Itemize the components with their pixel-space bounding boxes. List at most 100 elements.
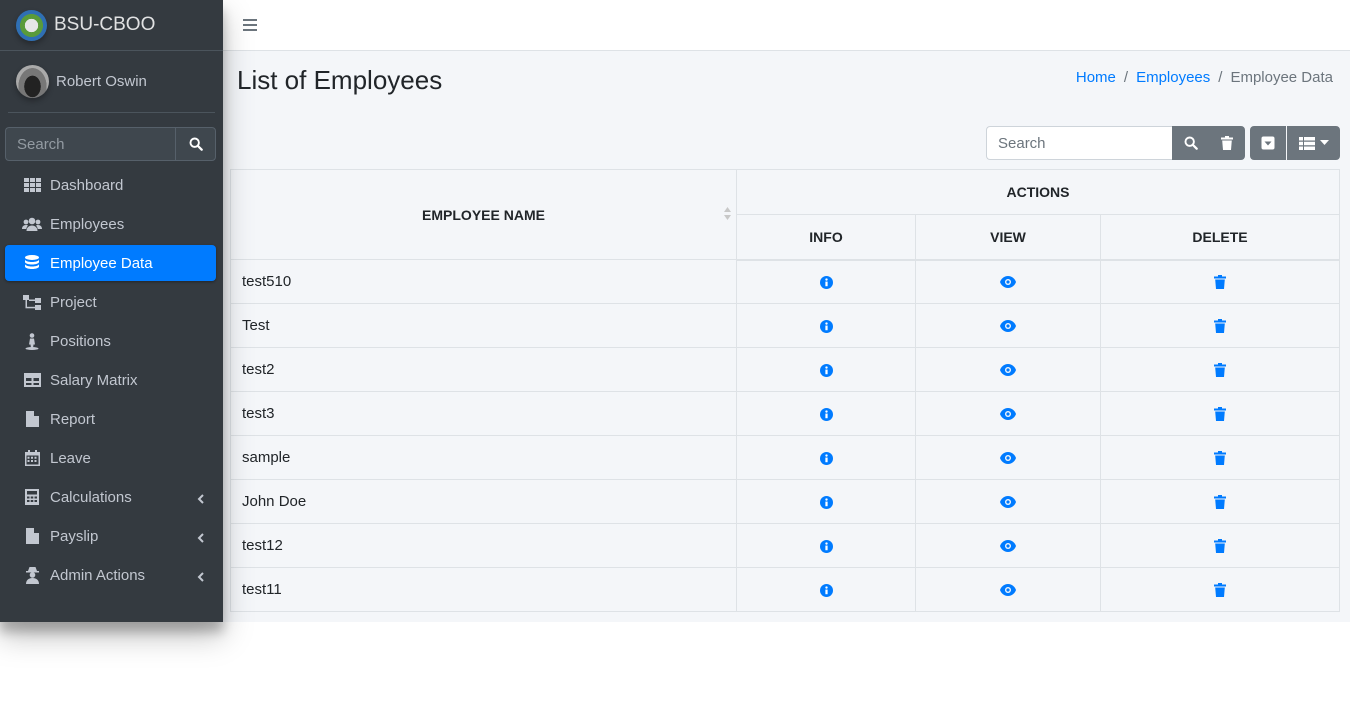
clear-search-button[interactable] [1209, 126, 1245, 160]
header-delete: DELETE [1100, 214, 1340, 261]
header-employee-name-label: EMPLOYEE NAME [422, 206, 545, 223]
info-icon[interactable] [819, 495, 833, 509]
header-employee-name[interactable]: EMPLOYEE NAME [230, 169, 737, 260]
table-body: test510 Test test2 test3 sample John Doe test1… [230, 259, 1340, 612]
sidebar-item-employee-data[interactable]: Employee Data [5, 245, 216, 281]
sidebar-search-input[interactable] [5, 127, 175, 161]
info-icon[interactable] [819, 319, 833, 333]
table-toolbar [986, 126, 1340, 160]
menu-toggle-icon[interactable] [243, 19, 257, 31]
sidebar-item-label: Project [50, 293, 97, 311]
view-cell [915, 435, 1101, 480]
info-icon[interactable] [819, 275, 833, 289]
info-icon[interactable] [819, 407, 833, 421]
trash-icon[interactable] [1214, 363, 1226, 378]
brand-link[interactable]: BSU-CBOO [0, 0, 223, 51]
users-icon [22, 215, 42, 233]
brand-logo [16, 9, 47, 41]
eye-icon[interactable] [1000, 276, 1016, 289]
breadcrumb-current: Employee Data [1230, 69, 1333, 86]
trash-icon[interactable] [1214, 539, 1226, 554]
user-panel[interactable]: Robert Oswin [8, 51, 207, 112]
eye-icon[interactable] [1000, 320, 1016, 333]
avatar [16, 65, 49, 98]
trash-icon [1221, 136, 1233, 150]
sidebar-item-label: Positions [50, 332, 111, 350]
sidebar-item-dashboard[interactable]: Dashboard [5, 167, 216, 203]
sidebar-item-payslip[interactable]: Payslip [5, 518, 216, 554]
caret-square-down-icon [1261, 136, 1275, 150]
info-icon[interactable] [819, 451, 833, 465]
sidebar-item-leave[interactable]: Leave [5, 440, 216, 476]
user-panel-wrap: Robert Oswin [8, 51, 215, 113]
delete-cell [1100, 567, 1340, 612]
sidebar-search [5, 127, 216, 161]
database-icon [22, 254, 42, 272]
table-row: test510 [230, 259, 1340, 304]
content: List of Employees Home / Employees / Emp… [223, 51, 1350, 622]
chevron-left-icon [197, 491, 204, 508]
breadcrumb-employees[interactable]: Employees [1136, 69, 1210, 86]
delete-cell [1100, 347, 1340, 392]
page-title: List of Employees [237, 65, 443, 95]
sidebar-item-label: Report [50, 410, 96, 428]
trash-icon[interactable] [1214, 407, 1226, 422]
eye-icon[interactable] [1000, 540, 1016, 553]
trash-icon[interactable] [1214, 495, 1226, 510]
sitemap-icon [22, 293, 42, 311]
trash-icon[interactable] [1214, 451, 1226, 466]
table-search-button[interactable] [1172, 126, 1209, 160]
eye-icon[interactable] [1000, 364, 1016, 377]
header-info: INFO [736, 214, 916, 261]
sidebar-item-project[interactable]: Project [5, 284, 216, 320]
sidebar-item-label: Salary Matrix [50, 371, 138, 389]
sidebar-item-salary-matrix[interactable]: Salary Matrix [5, 362, 216, 398]
sidebar-item-report[interactable]: Report [5, 401, 216, 437]
table-head: EMPLOYEE NAME ACTIONS INFO VIEW DELETE [230, 169, 1340, 261]
calendar-icon [22, 449, 42, 467]
table-row: test2 [230, 347, 1340, 392]
employee-name-cell: Test [230, 303, 737, 348]
breadcrumb: Home / Employees / Employee Data [1076, 69, 1333, 86]
file-alt-icon [22, 527, 42, 545]
table-row: Test [230, 303, 1340, 348]
view-cell [915, 479, 1101, 524]
table-search-input[interactable] [986, 126, 1172, 160]
info-icon[interactable] [819, 583, 833, 597]
sidebar-item-employees[interactable]: Employees [5, 206, 216, 242]
eye-icon[interactable] [1000, 408, 1016, 421]
info-cell [736, 303, 916, 348]
sidebar-item-calculations[interactable]: Calculations [5, 479, 216, 515]
sidebar-item-label: Leave [50, 449, 91, 467]
sidebar-search-button[interactable] [175, 127, 216, 161]
employee-name-cell: test2 [230, 347, 737, 392]
eye-icon[interactable] [1000, 584, 1016, 597]
delete-cell [1100, 391, 1340, 436]
employee-name-cell: test12 [230, 523, 737, 568]
calculator-icon [22, 488, 42, 506]
columns-dropdown-button[interactable] [1287, 126, 1340, 160]
app-root: BSU-CBOO Robert Oswin Dashboard Employees… [0, 0, 1350, 622]
info-icon[interactable] [819, 363, 833, 377]
info-cell [736, 567, 916, 612]
caret-down-icon [1319, 140, 1329, 145]
info-cell [736, 523, 916, 568]
trash-icon[interactable] [1214, 319, 1226, 334]
view-cell [915, 303, 1101, 348]
brand-name: BSU-CBOO [54, 14, 156, 35]
header-row: EMPLOYEE NAME ACTIONS [230, 169, 1340, 260]
delete-cell [1100, 259, 1340, 304]
eye-icon[interactable] [1000, 452, 1016, 465]
trash-icon[interactable] [1214, 583, 1226, 598]
eye-icon[interactable] [1000, 496, 1016, 509]
trash-icon[interactable] [1214, 275, 1226, 290]
export-button[interactable] [1250, 126, 1286, 160]
sidebar-item-positions[interactable]: Positions [5, 323, 216, 359]
chevron-left-icon [197, 569, 204, 586]
employee-name-cell: test3 [230, 391, 737, 436]
breadcrumb-separator: / [1123, 69, 1129, 86]
breadcrumb-home[interactable]: Home [1076, 69, 1116, 86]
info-icon[interactable] [819, 539, 833, 553]
user-name[interactable]: Robert Oswin [56, 73, 147, 90]
sidebar-item-admin-actions[interactable]: Admin Actions [5, 557, 216, 593]
